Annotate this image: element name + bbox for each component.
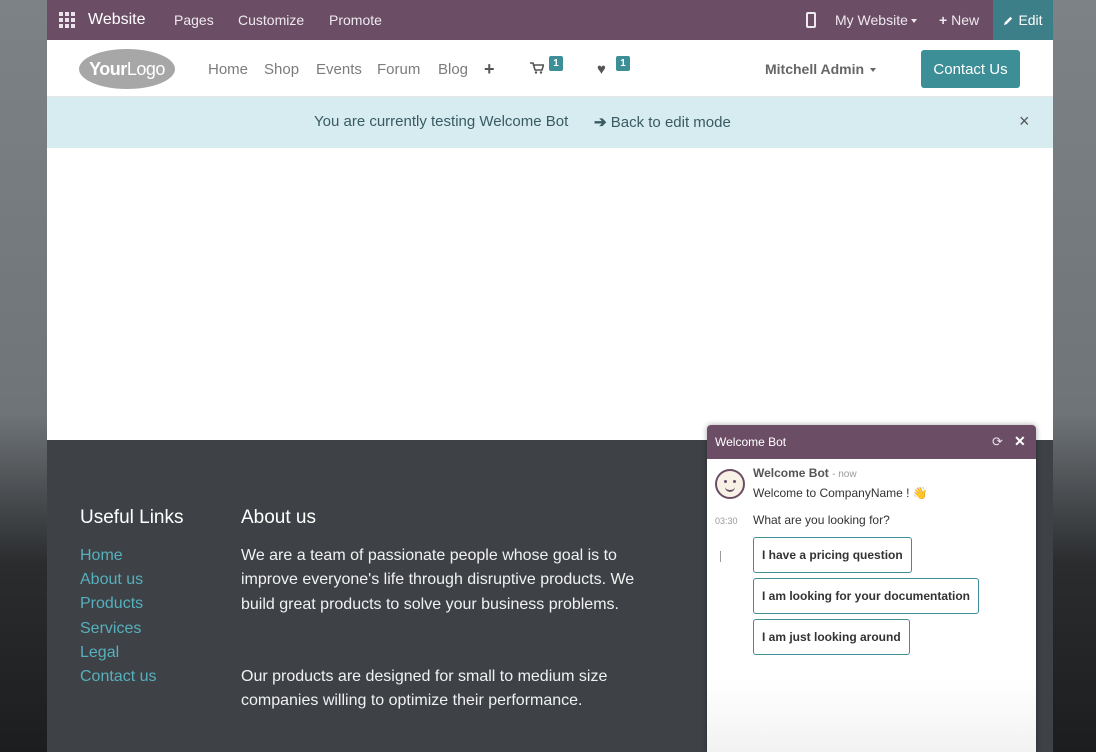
close-banner-icon[interactable]: × [1019, 111, 1030, 132]
cart-count-badge: 1 [549, 56, 563, 71]
author-name: Welcome Bot [753, 466, 829, 480]
user-name: Mitchell Admin [765, 61, 865, 77]
chevron-down-icon [910, 19, 917, 24]
edit-button[interactable]: Edit [993, 0, 1053, 40]
footer-link-about[interactable]: About us [80, 571, 143, 589]
footer-link-services[interactable]: Services [80, 620, 141, 638]
close-icon[interactable]: ✕ [1014, 433, 1026, 450]
bot-avatar [715, 469, 745, 499]
apps-grid-icon[interactable] [59, 12, 75, 28]
option-documentation-button[interactable]: I am looking for your documentation [753, 578, 980, 614]
footer-link-legal[interactable]: Legal [80, 644, 119, 662]
logo-text-bold: Your [89, 58, 127, 79]
nav-forum[interactable]: Forum [377, 61, 420, 78]
option-looking-around-button[interactable]: I am just looking around [753, 619, 910, 655]
nav-home[interactable]: Home [208, 61, 248, 78]
footer-link-contact[interactable]: Contact us [80, 668, 156, 686]
new-button[interactable]: + New [939, 12, 979, 28]
mouse-cursor [720, 551, 727, 562]
left-backdrop [0, 0, 47, 752]
welcome-message: Welcome to CompanyName ! 👋 [753, 486, 928, 500]
footer-link-home[interactable]: Home [80, 547, 123, 565]
website-selector[interactable]: My Website [835, 12, 917, 28]
message-author: Welcome Bot - now [753, 466, 857, 480]
menu-customize[interactable]: Customize [238, 12, 304, 28]
site-logo[interactable]: Your Logo [79, 49, 175, 89]
plus-icon: + [939, 12, 948, 28]
site-navbar: Your Logo Home Shop Events Forum Blog + 1… [47, 40, 1053, 97]
message-timestamp: 03:30 [715, 516, 738, 526]
about-paragraph-2: Our products are designed for small to m… [241, 668, 608, 710]
wishlist-count-badge: 1 [616, 56, 630, 71]
menu-pages[interactable]: Pages [174, 12, 214, 28]
about-us-title: About us [241, 507, 316, 528]
livechat-title: Welcome Bot [715, 435, 787, 449]
livechat-header[interactable]: Welcome Bot ⟳ ✕ [707, 425, 1036, 459]
nav-events[interactable]: Events [316, 61, 362, 78]
banner-message: You are currently testing Welcome Bot [314, 113, 569, 130]
nav-blog[interactable]: Blog [438, 61, 468, 78]
right-backdrop [1053, 0, 1096, 752]
chevron-down-icon [870, 68, 877, 73]
user-menu[interactable]: Mitchell Admin [765, 61, 877, 77]
chat-composer-area [707, 680, 1036, 752]
admin-top-bar: Website Pages Customize Promote My Websi… [47, 0, 1053, 40]
arrow-right-icon: ➔ [594, 114, 607, 131]
test-mode-banner: You are currently testing Welcome Bot ➔ … [47, 97, 1053, 148]
add-menu-item-icon[interactable]: + [484, 59, 495, 80]
app-title[interactable]: Website [88, 11, 146, 29]
nav-shop[interactable]: Shop [264, 61, 299, 78]
back-to-edit-label: Back to edit mode [610, 114, 731, 131]
contact-us-button[interactable]: Contact Us [921, 50, 1020, 88]
refresh-icon[interactable]: ⟳ [992, 434, 1003, 450]
bot-question: What are you looking for? [753, 513, 890, 527]
heart-icon[interactable]: ♥ [597, 61, 606, 78]
cart-icon[interactable] [530, 62, 544, 74]
logo-text-light: Logo [126, 58, 166, 79]
mobile-preview-icon[interactable] [806, 12, 816, 28]
pencil-icon [1004, 16, 1013, 25]
edit-button-label: Edit [1018, 12, 1043, 28]
menu-promote[interactable]: Promote [329, 12, 382, 28]
livechat-window: Welcome Bot ⟳ ✕ Welcome Bot - now Welcom… [707, 425, 1036, 752]
website-selector-label: My Website [835, 12, 908, 28]
new-button-label: New [951, 12, 980, 28]
option-pricing-button[interactable]: I have a pricing question [753, 537, 912, 573]
about-paragraph-1: We are a team of passionate people whose… [241, 547, 635, 613]
back-to-edit-link[interactable]: ➔ Back to edit mode [594, 113, 731, 131]
footer-link-products[interactable]: Products [80, 595, 143, 613]
useful-links-title: Useful Links [80, 507, 184, 528]
author-time: now [838, 469, 857, 480]
